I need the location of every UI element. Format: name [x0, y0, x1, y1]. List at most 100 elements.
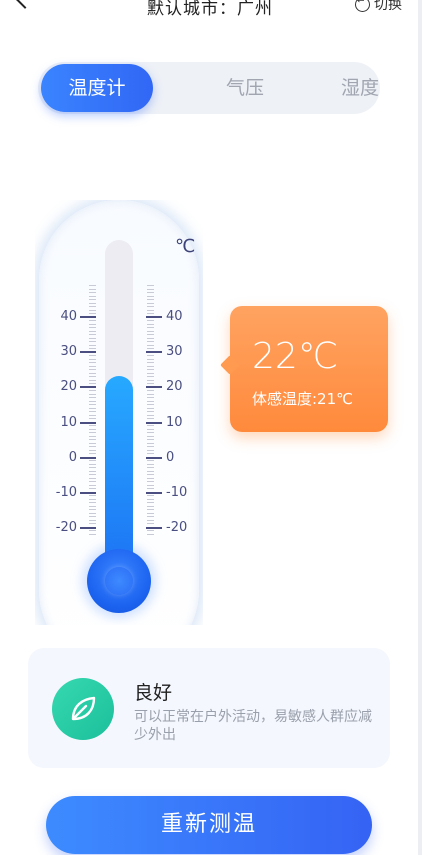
- minor-tick: [147, 383, 154, 384]
- minor-tick: [147, 295, 154, 297]
- minor-tick: [147, 355, 154, 356]
- minor-tick: [147, 502, 154, 503]
- minor-tick: [147, 484, 154, 486]
- scale-label-left: 20: [60, 379, 77, 395]
- minor-tick: [147, 323, 154, 325]
- tab-thermometer[interactable]: 温度计: [41, 64, 153, 112]
- scale-label-left: -20: [55, 520, 77, 536]
- minor-tick: [89, 341, 96, 342]
- minor-tick: [89, 498, 96, 500]
- minor-tick: [147, 523, 154, 524]
- minor-tick: [89, 337, 96, 339]
- minor-tick: [89, 474, 96, 475]
- minor-tick: [147, 400, 154, 402]
- temperature-bubble: 22℃ 体感温度:21℃: [230, 306, 388, 432]
- major-tick-left: [80, 492, 96, 494]
- minor-tick: [147, 362, 154, 363]
- minor-tick: [147, 519, 154, 521]
- minor-tick: [147, 414, 154, 416]
- minor-tick: [89, 285, 96, 286]
- major-tick-left: [80, 527, 96, 530]
- minor-tick: [89, 446, 96, 447]
- minor-tick: [89, 411, 96, 412]
- minor-tick: [147, 467, 154, 468]
- minor-tick: [89, 502, 96, 503]
- city-title: 默认城市：广州: [147, 0, 273, 19]
- minor-tick: [147, 442, 154, 444]
- major-tick-left: [80, 386, 96, 389]
- switch-icon: [355, 0, 370, 12]
- minor-tick: [89, 327, 96, 328]
- major-tick-right: [146, 456, 162, 459]
- scale-label-right: -20: [166, 520, 188, 536]
- celsius-unit: ℃: [175, 236, 196, 257]
- scale-label-right: 40: [166, 309, 183, 324]
- minor-tick: [89, 376, 96, 377]
- minor-tick: [147, 432, 154, 433]
- tab-humidity[interactable]: 湿度: [300, 62, 420, 114]
- scale-label-left: 40: [60, 309, 77, 324]
- minor-tick: [147, 425, 154, 426]
- minor-tick: [89, 292, 96, 293]
- back-arrow-icon[interactable]: [14, 0, 28, 6]
- minor-tick: [147, 376, 154, 377]
- minor-tick: [147, 365, 154, 367]
- minor-tick: [89, 467, 96, 468]
- switch-city-button[interactable]: 切换: [355, 0, 402, 14]
- minor-tick: [147, 435, 154, 437]
- minor-tick: [147, 320, 154, 321]
- minor-tick: [147, 453, 154, 454]
- minor-tick: [89, 383, 96, 384]
- minor-tick: [147, 530, 154, 531]
- minor-tick: [89, 442, 96, 444]
- minor-tick: [89, 530, 96, 531]
- major-tick-left: [80, 316, 96, 318]
- minor-tick: [147, 407, 154, 409]
- right-edge-divider: [418, 0, 422, 855]
- major-tick-left: [80, 351, 96, 354]
- minor-tick: [147, 449, 154, 451]
- minor-tick: [147, 418, 154, 419]
- scale-label-right: 10: [166, 414, 183, 430]
- minor-tick: [147, 509, 154, 510]
- minor-tick: [89, 295, 96, 297]
- minor-tick: [89, 449, 96, 451]
- major-tick-right: [146, 351, 162, 354]
- minor-tick: [89, 288, 96, 290]
- tab-pressure[interactable]: 气压: [190, 62, 300, 114]
- scale-label-left: 0: [68, 449, 77, 465]
- remeasure-button[interactable]: 重新测温: [46, 796, 372, 854]
- major-tick-right: [146, 492, 162, 494]
- minor-tick: [89, 355, 96, 356]
- minor-tick: [89, 397, 96, 398]
- minor-tick: [147, 411, 154, 412]
- minor-tick: [147, 404, 154, 405]
- minor-tick: [147, 337, 154, 339]
- minor-tick: [89, 320, 96, 321]
- mode-tabs: 温度计 气压 湿度: [38, 62, 380, 114]
- minor-tick: [147, 348, 154, 349]
- minor-tick: [147, 288, 154, 290]
- left-scale-ticks: [89, 200, 97, 625]
- feels-like-temperature: 体感温度:21℃: [252, 390, 353, 408]
- minor-tick: [147, 505, 154, 507]
- minor-tick: [147, 330, 154, 332]
- major-tick-left: [80, 421, 96, 424]
- scale-label-left: 10: [60, 414, 77, 430]
- minor-tick: [89, 470, 96, 472]
- minor-tick: [147, 292, 154, 293]
- minor-tick: [89, 323, 96, 325]
- minor-tick: [89, 334, 96, 335]
- minor-tick: [147, 533, 154, 535]
- minor-tick: [147, 302, 154, 304]
- major-tick-left: [80, 456, 96, 459]
- scale-label-right: 0: [166, 449, 175, 465]
- minor-tick: [89, 495, 96, 496]
- minor-tick: [89, 460, 96, 461]
- minor-tick: [147, 495, 154, 496]
- minor-tick: [147, 327, 154, 328]
- scale-label-right: 30: [166, 344, 183, 360]
- minor-tick: [147, 446, 154, 447]
- minor-tick: [89, 400, 96, 402]
- minor-tick: [147, 393, 154, 395]
